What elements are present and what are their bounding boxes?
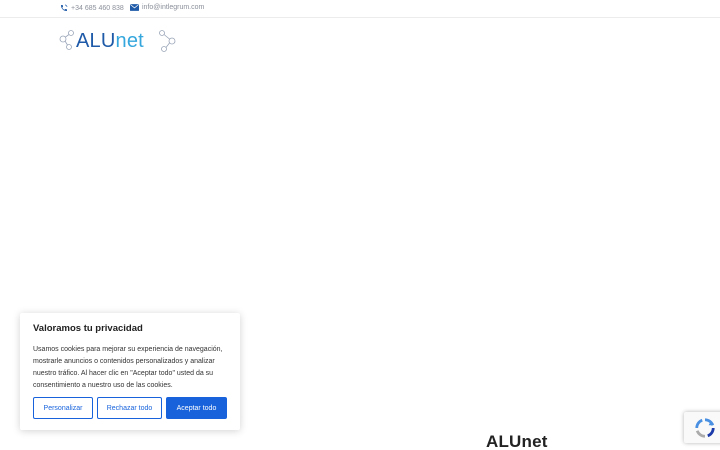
top-contact-bar: +34 685 460 838 info@intlegrum.com [0,0,720,18]
cookie-title: Valoramos tu privacidad [33,323,143,334]
cookie-consent-banner: Valoramos tu privacidad Usamos cookies p… [20,313,240,430]
recaptcha-icon [695,417,715,438]
contact-phone[interactable]: +34 685 460 838 [60,4,124,12]
logo-net: net [115,29,144,52]
phone-icon [61,4,68,11]
site-logo[interactable]: ALUnet [58,26,180,56]
section-heading: ALUnet [486,432,548,450]
cookie-description: Usamos cookies para mejorar su experienc… [33,346,223,389]
reject-all-button[interactable]: Rechazar todo [97,397,162,419]
logo-alu: ALU [76,29,116,52]
phone-number: +34 685 460 838 [71,4,124,12]
recaptcha-badge[interactable] [684,412,720,443]
accept-all-button[interactable]: Aceptar todo [166,397,227,419]
logo-wordmark: ALUnet [76,30,144,53]
cookie-buttons: Personalizar Rechazar todo Aceptar todo [33,397,227,419]
email-address: info@intlegrum.com [142,4,205,11]
envelope-icon [130,4,139,11]
customize-button[interactable]: Personalizar [33,397,93,419]
contact-email[interactable]: info@intlegrum.com [130,4,204,11]
